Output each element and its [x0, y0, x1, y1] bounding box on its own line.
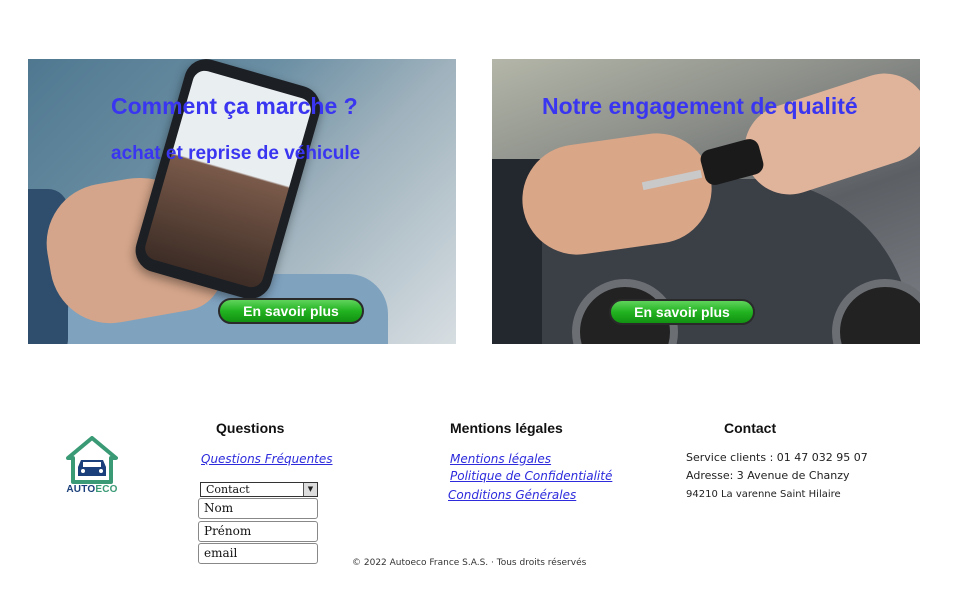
card-subtitle: achat et reprise de véhicule — [111, 143, 361, 164]
customer-service-phone: Service clients : 01 47 032 95 07 — [686, 451, 868, 464]
card-quality-commitment: Notre engagement de qualité En savoir pl… — [492, 59, 920, 344]
copyright-text: © 2022 Autoeco France S.A.S. · Tous droi… — [352, 558, 587, 568]
contact-address: Adresse: 3 Avenue de Chanzy — [686, 469, 850, 482]
logo-text: AUTOECO — [66, 484, 118, 495]
learn-more-button[interactable]: En savoir plus — [218, 298, 364, 324]
contact-heading: Contact — [724, 420, 777, 436]
contact-select-value: Contact — [206, 483, 250, 496]
chevron-down-icon[interactable]: ▼ — [303, 483, 317, 496]
nom-field[interactable]: Nom — [198, 498, 318, 519]
house-car-icon — [66, 436, 118, 484]
terms-link[interactable]: Conditions Générales — [448, 488, 576, 502]
photo-hand-giving — [732, 61, 920, 207]
card-title: Notre engagement de qualité — [542, 93, 858, 119]
card-title: Comment ça marche ? — [111, 93, 358, 119]
faq-link[interactable]: Questions Fréquentes — [201, 452, 333, 466]
learn-more-button[interactable]: En savoir plus — [609, 299, 755, 325]
contact-select[interactable]: Contact ▼ — [200, 482, 318, 497]
email-field[interactable]: email — [198, 543, 318, 564]
autoeco-logo[interactable]: AUTOECO — [66, 436, 118, 498]
contact-city: 94210 La varenne Saint Hilaire — [686, 489, 841, 500]
mentions-heading: Mentions légales — [450, 420, 563, 436]
legal-notice-link[interactable]: Mentions légales — [450, 452, 551, 466]
questions-heading: Questions — [216, 420, 285, 436]
privacy-policy-link[interactable]: Politique de Confidentialité — [450, 469, 612, 483]
prenom-field[interactable]: Prénom — [198, 521, 318, 542]
card-how-it-works: Comment ça marche ? achat et reprise de … — [28, 59, 456, 344]
